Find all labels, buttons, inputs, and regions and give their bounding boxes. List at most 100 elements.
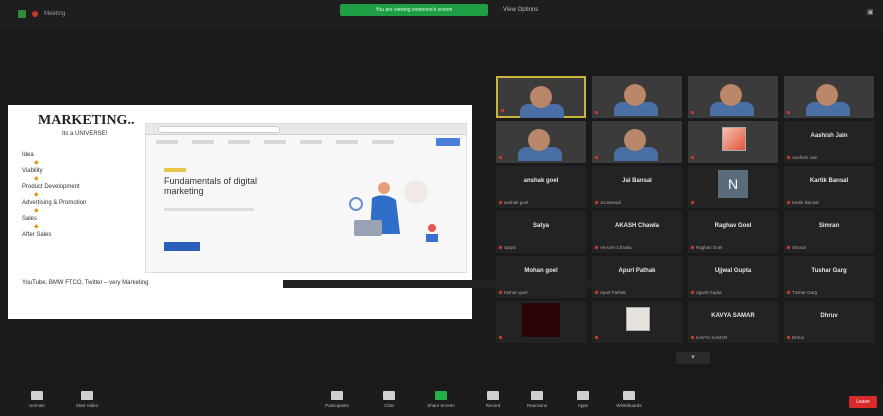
participant-tile[interactable] [688,121,778,163]
slide-list-item: Advertising & Promotion [22,200,87,206]
slide-list-item: Product Development [22,184,80,190]
participant-tile[interactable]: Simran Simran [784,211,874,253]
muted-microphone-icon [499,156,502,160]
participant-label: Satya [499,245,516,250]
slide-list: Idea ◆ Viability ◆ Product Development ◆… [22,151,140,239]
participant-label-text: Satya [504,245,516,250]
participant-tile[interactable] [592,76,682,118]
whiteboard-button[interactable]: Whiteboards [612,391,646,415]
participant-tile[interactable] [496,121,586,163]
participant-tile[interactable]: KAVYA SAMAR KAVYA SAMAR [688,301,778,343]
arrow-down-icon: ◆ [34,224,39,230]
microphone-button[interactable]: Unmute [20,391,54,415]
shared-screen-slide: MARKETING.. Its a UNIVERSE! Idea ◆ Viabi… [8,105,605,319]
reactions-button[interactable]: Reactions [520,391,554,415]
meeting-info[interactable]: Meeting [18,10,65,18]
apps-button[interactable]: Apps [566,391,600,415]
participant-name: Aashish Jain [810,133,848,139]
muted-microphone-icon [595,111,598,115]
slide-list-item: Idea [22,152,34,158]
leave-button[interactable]: Leave [849,396,877,408]
muted-microphone-icon [691,201,694,205]
toolbar-label: Reactions [526,403,547,408]
participant-tile[interactable] [688,76,778,118]
reactions-icon [531,391,543,400]
participant-name: Raghav Goel [714,223,752,229]
chat-button[interactable]: Chat [372,391,406,415]
muted-microphone-icon [787,291,790,295]
muted-microphone-icon [595,291,598,295]
participant-label: Apurl Pathak [595,290,626,295]
participant-label-text: Aashish Jain [792,155,818,160]
course-description-line [164,208,254,211]
muted-microphone-icon [691,111,694,115]
participant-tile[interactable]: Aashish Jain Aashish Jain [784,121,874,163]
participant-label: Tushar Garg [787,290,817,295]
participant-name: KAVYA SAMAR [711,313,755,319]
participant-tile[interactable]: Satya Satya [496,211,586,253]
participant-name: Kartik Bansal [809,178,849,184]
toolbar-label: Chat [384,403,394,408]
participant-label-text: Tushar Garg [792,290,818,295]
participant-label: KAVYA SAMAR [691,335,727,340]
slide-list-item: Viability [22,168,43,174]
browser-url-bar [158,126,280,133]
participant-label [595,335,600,340]
participant-tile[interactable]: Apurl Pathak Apurl Pathak [592,256,682,298]
view-options-button[interactable]: View Options [503,7,538,13]
participant-profile-image [522,303,560,337]
participant-name: Dhruv [820,313,838,319]
course-title: Fundamentals of digital marketing [164,176,258,196]
participant-label: anshak goel [499,200,528,205]
site-sign-in-button [436,138,460,146]
arrow-down-icon: ◆ [34,160,39,166]
participant-label [691,110,696,115]
participant-label [499,335,504,340]
participant-tile[interactable]: Kartik Bansal Kartik Bansal [784,166,874,208]
participant-tile[interactable] [496,76,586,118]
muted-microphone-icon [787,336,790,340]
arrow-down-icon: ◆ [34,176,39,182]
video-camera-button[interactable]: Start Video [70,391,104,415]
participant-tile[interactable] [592,301,682,343]
participant-tile[interactable]: Ujjwal Gupta Ujjwal Gupta [688,256,778,298]
muted-microphone-icon [499,201,502,205]
toolbar-label: Participants [325,403,349,408]
top-bar: Meeting You are viewing someone's screen… [0,0,883,30]
participant-face [528,129,550,151]
course-badge [164,168,186,172]
slide-title: MARKETING.. [38,113,135,128]
participant-tile[interactable]: AKASH Chawla AKASH Chawla [592,211,682,253]
participant-label-text: AKASH Chawla [600,245,632,250]
muted-microphone-icon [691,336,694,340]
participant-tile[interactable]: Raghav Goel Raghav Goel [688,211,778,253]
participant-tile[interactable]: Dhruv Dhruv [784,301,874,343]
participant-label-text: Raghav Goel [696,245,723,250]
participants-button[interactable]: Participants [320,391,354,415]
participant-tile[interactable] [592,121,682,163]
participant-tile[interactable]: Mohan goel Mohan goel [496,256,586,298]
chat-icon [383,391,395,400]
participant-tile[interactable] [784,76,874,118]
toolbar-label: Record [485,403,501,408]
muted-microphone-icon [691,246,694,250]
muted-microphone-icon [499,291,502,295]
participant-label: Raghav Goel [691,245,722,250]
course-enroll-button [164,242,200,251]
participant-tile[interactable] [496,301,586,343]
participant-tile[interactable]: Jai Bansal Jai Bansal [592,166,682,208]
participant-tile[interactable]: anshak goel anshak goel [496,166,586,208]
fullscreen-icon[interactable]: ▣ [867,8,877,16]
meeting-label: Meeting [44,11,66,17]
participant-label-text: Jai Bansal [600,200,621,205]
participant-tile[interactable]: N [688,166,778,208]
microphone-icon [31,391,43,400]
gallery-next-page-button[interactable]: ▾ [676,352,710,364]
record-button[interactable]: Record [476,391,510,415]
toolbar-label: Share Screen [427,403,455,408]
participant-label [691,155,696,160]
share-screen-button[interactable]: Share Screen [424,391,458,415]
participant-tile[interactable]: Tushar Garg Tushar Garg [784,256,874,298]
muted-microphone-icon [787,156,790,160]
participant-label: Ujjwal Gupta [691,290,722,295]
